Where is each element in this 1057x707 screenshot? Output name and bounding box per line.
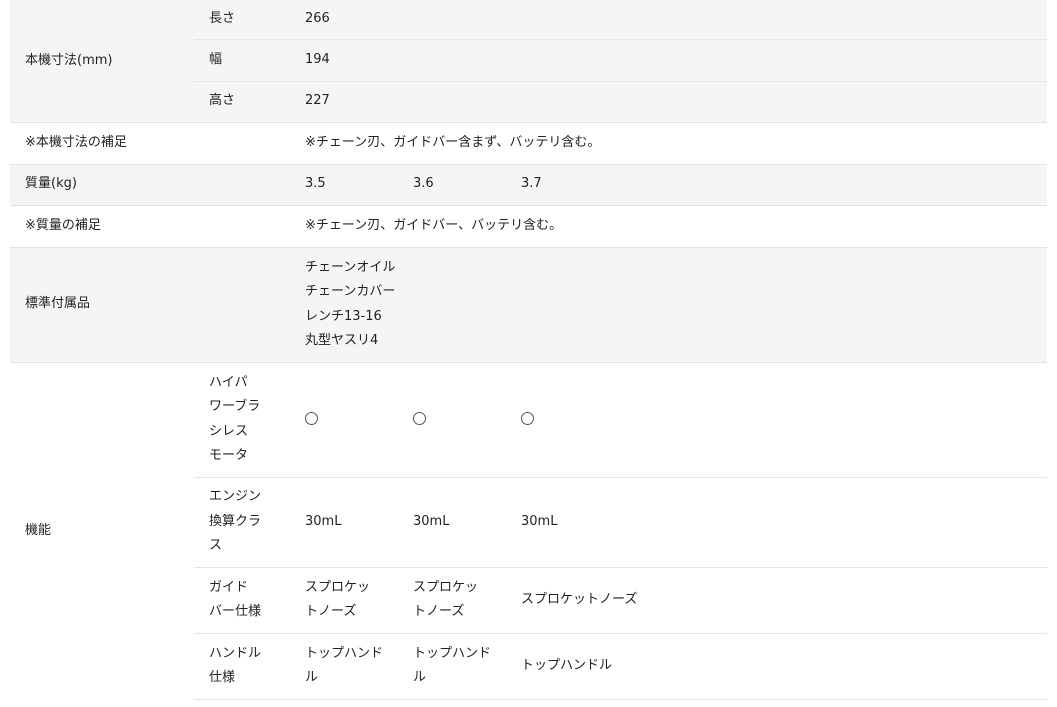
width-value: 194 (305, 39, 1047, 82)
dimensions-label: 本機寸法(mm) (10, 0, 194, 123)
motor-value-1 (305, 362, 413, 478)
handle-label: ハンドル 仕様 (194, 633, 305, 700)
height-value: 227 (305, 81, 1047, 123)
dimensions-note-value: ※チェーン刃、ガイドバー含まず、バッテリ含む。 (305, 122, 1047, 165)
accessory-item: チェーンカバー (305, 284, 396, 299)
weight-row: 質量(kg) 3.5 3.6 3.7 (10, 164, 1047, 206)
accessory-item: 丸型ヤスリ4 (305, 333, 379, 348)
length-value: 266 (305, 0, 1047, 40)
motor-value-2 (413, 362, 521, 478)
accessories-label: 標準付属品 (10, 247, 194, 363)
weight-note-label: ※質量の補足 (10, 205, 194, 248)
guide-bar-value-1: スプロケッ トノーズ (305, 567, 413, 634)
circle-mark-icon (521, 412, 534, 426)
accessory-item: チェーンオイル (305, 259, 396, 275)
motor-label: ハイパ ワーブラ シレス モータ (194, 362, 305, 478)
height-label: 高さ (194, 81, 305, 123)
circle-mark-icon (413, 412, 426, 426)
guide-bar-value-3: スプロケットノーズ (521, 567, 1047, 634)
guide-bar-label: ガイド バー仕様 (194, 567, 305, 634)
accessory-item: レンチ13-16 (305, 308, 382, 324)
accessories-row: 標準付属品 チェーンオイル チェーンカバー レンチ13-16 丸型ヤスリ4 (10, 247, 1047, 363)
handle-value-3: トップハンドル (521, 633, 1047, 700)
weight-label: 質量(kg) (10, 164, 194, 206)
handle-value-2: トップハンド ル (413, 633, 521, 700)
weight-value-1: 3.5 (305, 164, 413, 206)
length-label: 長さ (194, 0, 305, 40)
accessories-list: チェーンオイル チェーンカバー レンチ13-16 丸型ヤスリ4 (305, 247, 1047, 363)
motor-value-3 (521, 362, 1047, 478)
function-motor-row: 機能 ハイパ ワーブラ シレス モータ (10, 362, 1047, 699)
engine-equiv-value-1: 30mL (305, 477, 413, 568)
engine-equiv-label: エンジン 換算クラ ス (194, 477, 305, 568)
handle-value-1: トップハンド ル (305, 633, 413, 700)
width-label: 幅 (194, 39, 305, 82)
dimensions-length-row: 本機寸法(mm) 長さ 266 (10, 0, 1047, 123)
weight-note-value: ※チェーン刃、ガイドバー、バッテリ含む。 (305, 205, 1047, 248)
dimensions-note-row: ※本機寸法の補足 ※チェーン刃、ガイドバー含まず、バッテリ含む。 (10, 122, 1047, 165)
engine-equiv-value-2: 30mL (413, 477, 521, 568)
spec-table: 本機寸法(mm) 長さ 266 幅 194 高さ 227 ※本機寸法の補足 ※チ… (10, 0, 1047, 700)
guide-bar-value-2: スプロケッ トノーズ (413, 567, 521, 634)
engine-equiv-value-3: 30mL (521, 477, 1047, 568)
weight-value-2: 3.6 (413, 164, 521, 206)
weight-note-row: ※質量の補足 ※チェーン刃、ガイドバー、バッテリ含む。 (10, 205, 1047, 248)
functions-label: 機能 (10, 362, 194, 699)
circle-mark-icon (305, 412, 318, 426)
dimensions-note-label: ※本機寸法の補足 (10, 122, 194, 165)
weight-value-3: 3.7 (521, 164, 1047, 206)
